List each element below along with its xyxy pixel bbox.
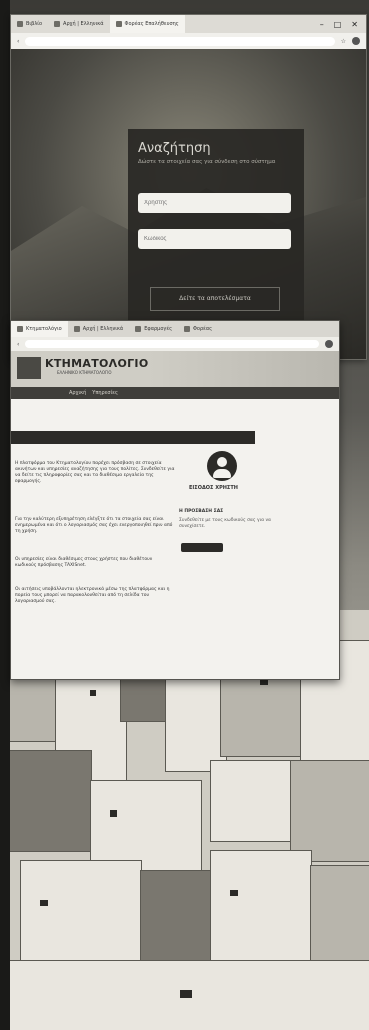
browser-tab[interactable]: Αρχή | Ελληνικά (68, 321, 130, 337)
site-nav: Αρχική Υπηρεσίες (11, 387, 339, 399)
favicon-icon (17, 21, 23, 27)
content-paragraph: Η πλατφόρμα του Κτηματολογίου παρέχει πρ… (15, 461, 175, 484)
favicon-icon (17, 326, 23, 332)
browser-tab-active[interactable]: Κτηματολόγιο (11, 321, 68, 337)
user-login-label: ΕΙΣΟΔΟΣ ΧΡΗΣΤΗ (189, 485, 238, 491)
site-subtitle: ΕΛΛΗΝΙΚΟ ΚΤΗΜΑΤΟΛΟΓΙΟ (57, 370, 112, 375)
star-icon[interactable]: ☆ (341, 38, 346, 45)
login-background: Αναζήτηση Δώστε τα στοιχεία σας για σύνδ… (11, 49, 366, 359)
minimize-button[interactable]: – (320, 20, 324, 29)
url-input[interactable] (25, 36, 335, 46)
maximize-button[interactable]: □ (334, 20, 342, 29)
close-button[interactable]: ✕ (351, 20, 358, 29)
login-subtitle: Δώστε τα στοιχεία σας για σύνδεση στο σύ… (138, 159, 276, 165)
window-controls: – □ ✕ (320, 20, 366, 29)
login-title: Αναζήτηση (138, 141, 211, 156)
access-heading: Η ΠΡΟΣΒΑΣΗ ΣΑΣ (179, 509, 224, 514)
tab-bar: Κτηματολόγιο Αρχή | Ελληνικά Εφαρμογές Φ… (11, 321, 339, 337)
browser-tab-active[interactable]: Φορέας Επαλήθευσης (109, 15, 185, 33)
header-skyline-image (149, 351, 339, 387)
nav-item-home[interactable]: Αρχική (69, 390, 86, 396)
favicon-icon (73, 326, 80, 332)
browser-tab[interactable]: Βιβλίο (11, 15, 48, 33)
favicon-icon (54, 21, 61, 27)
favicon-icon (184, 326, 190, 332)
username-field[interactable] (138, 193, 291, 213)
user-icon (207, 451, 237, 481)
section-header-bar (11, 431, 255, 444)
profile-icon[interactable] (352, 37, 360, 45)
back-icon[interactable]: ‹ (17, 341, 19, 348)
access-text: Συνδεθείτε με τους κωδικούς σας για να σ… (179, 518, 272, 529)
site-header: ΚΤΗΜΑΤΟΛΟΓΙΟ ΕΛΛΗΝΙΚΟ ΚΤΗΜΑΤΟΛΟΓΙΟ (11, 351, 339, 387)
back-icon[interactable]: ‹ (17, 38, 19, 45)
favicon-icon (115, 21, 122, 27)
content-paragraph: Για την καλύτερη εξυπηρέτηση ελέγξτε ότι… (15, 517, 173, 534)
nav-item-services[interactable]: Υπηρεσίες (92, 390, 118, 396)
browser-tab[interactable]: Αρχή | Ελληνικά (48, 15, 110, 33)
site-logo[interactable] (17, 357, 41, 379)
address-bar: ‹ ☆ (11, 33, 366, 49)
url-input[interactable] (25, 340, 319, 348)
profile-icon[interactable] (325, 340, 333, 348)
login-button[interactable] (181, 543, 223, 552)
content-paragraph: Οι υπηρεσίες είναι διαθέσιμες στους χρήσ… (15, 557, 153, 568)
browser-tab[interactable]: Φορέας (178, 321, 218, 337)
address-bar: ‹ (11, 337, 339, 351)
tab-bar: Βιβλίο Αρχή | Ελληνικά Φορέας Επαλήθευση… (11, 15, 366, 33)
content-paragraph: Οι αιτήσεις υποβάλλονται ηλεκτρονικά μέσ… (15, 587, 170, 604)
browser-window-login: Βιβλίο Αρχή | Ελληνικά Φορέας Επαλήθευση… (10, 14, 367, 360)
site-title: ΚΤΗΜΑΤΟΛΟΓΙΟ (45, 357, 149, 370)
browser-tab[interactable]: Εφαρμογές (129, 321, 178, 337)
password-field[interactable] (138, 229, 291, 249)
favicon-icon (135, 326, 142, 332)
browser-window-cadastre: Κτηματολόγιο Αρχή | Ελληνικά Εφαρμογές Φ… (10, 320, 340, 680)
left-edge (0, 0, 10, 1030)
login-button[interactable]: Δείτε τα αποτελέσματα (150, 287, 280, 311)
